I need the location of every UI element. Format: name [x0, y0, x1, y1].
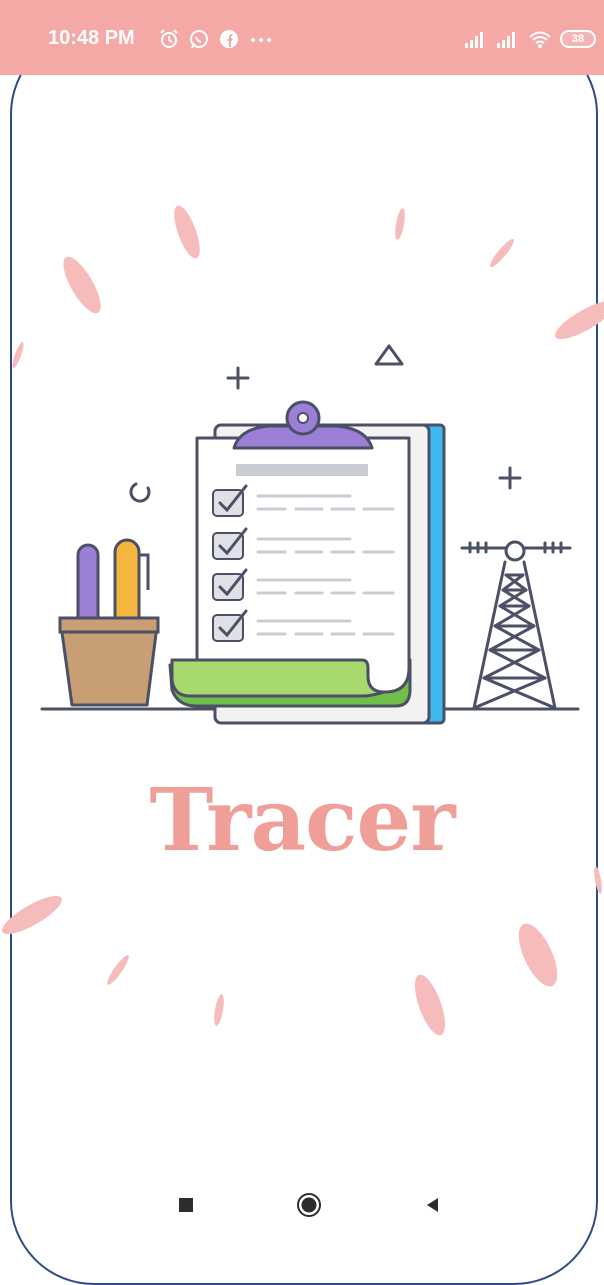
petal-shape [174, 205, 200, 259]
recents-button[interactable] [166, 1185, 206, 1225]
app-title: Tracer [149, 770, 455, 871]
power-tower-graphic [460, 540, 572, 710]
back-triangle-icon [427, 1198, 438, 1212]
home-button[interactable] [289, 1185, 329, 1225]
back-button[interactable] [413, 1185, 453, 1225]
splash-screen: Tracer [0, 0, 604, 1255]
petal-shape [12, 341, 24, 369]
petal-shape [214, 994, 224, 1026]
petal-shape [518, 923, 558, 987]
plus-icon [498, 466, 522, 490]
petal-shape [490, 238, 514, 268]
petal-shape [555, 300, 604, 340]
triangle-icon [374, 344, 404, 366]
splash-illustration [2, 205, 604, 1036]
navigation-bar [0, 1185, 604, 1235]
square-icon [179, 1198, 193, 1212]
clipboard-graphic [168, 400, 446, 725]
petal-shape [107, 955, 129, 985]
petal-shape [395, 208, 405, 240]
petal-shape [63, 256, 101, 314]
plus-icon [226, 366, 250, 390]
circle-arc-icon [129, 482, 151, 503]
petal-shape [2, 895, 62, 935]
circle-icon [297, 1193, 321, 1217]
pen-cup-graphic [58, 538, 160, 707]
petal-shape [414, 974, 446, 1036]
